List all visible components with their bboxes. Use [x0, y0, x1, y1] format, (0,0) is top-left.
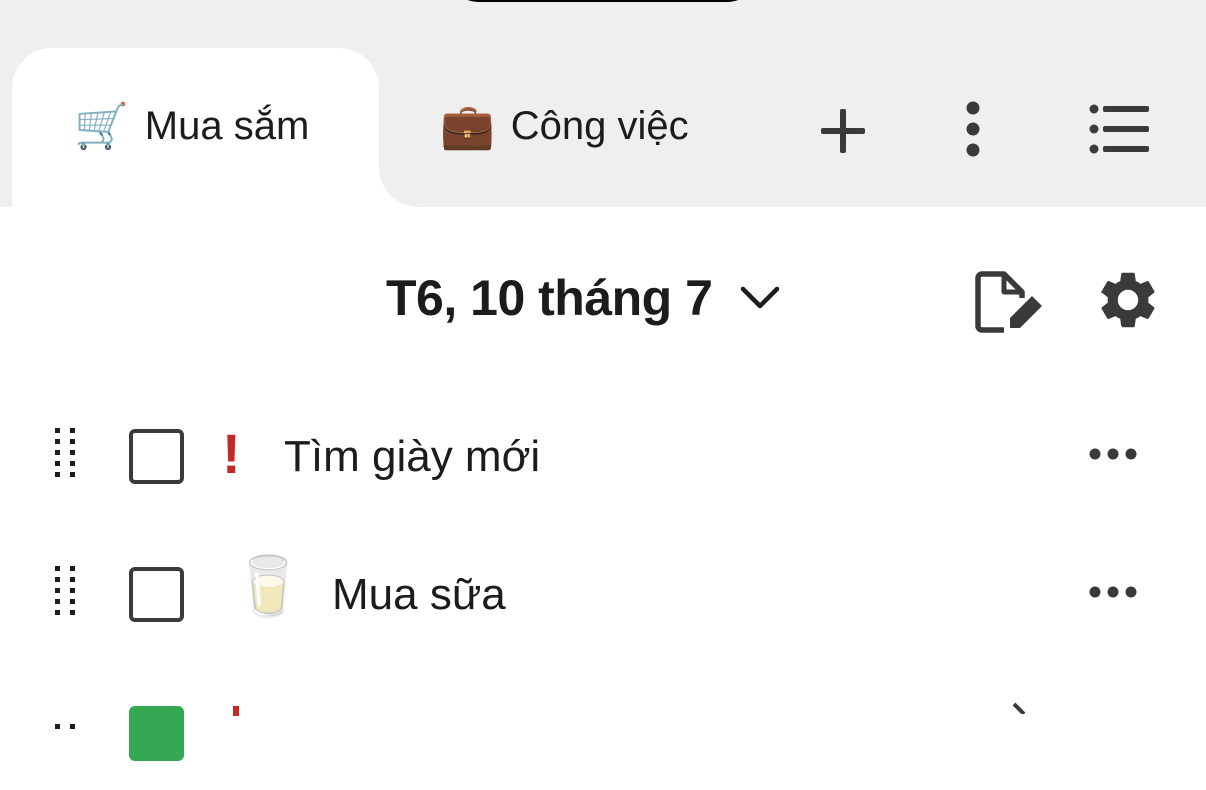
task-row[interactable]: ! Tìm giày mới [0, 406, 1206, 506]
add-list-button[interactable] [812, 100, 874, 162]
lists-menu-button[interactable] [1084, 98, 1156, 160]
task-title: Mua sữa [332, 570, 506, 619]
task-title: Tìm giày mới [284, 432, 541, 481]
tab-shopping[interactable]: 🛒 Mua sắm [74, 104, 309, 149]
priority-icon [233, 706, 239, 716]
more-options-button[interactable] [944, 98, 1002, 160]
drag-handle-icon[interactable] [52, 710, 80, 770]
settings-button[interactable] [1094, 266, 1162, 334]
list-icon [1089, 104, 1149, 154]
edit-note-icon [975, 271, 1042, 333]
milk-glass-icon: 🥛 [232, 554, 305, 619]
edit-note-button[interactable] [970, 268, 1046, 336]
horizontal-dots-icon[interactable] [1086, 580, 1140, 604]
tab-bar: 🛒 Mua sắm 💼 Công việc [0, 0, 1206, 218]
tab-label: Công việc [510, 104, 689, 148]
horizontal-dots-icon[interactable] [1086, 442, 1140, 466]
date-selector[interactable]: T6, 10 tháng 7 [386, 266, 780, 330]
drag-handle-icon[interactable] [52, 426, 80, 486]
task-row[interactable]: 🥛 Mua sữa [0, 544, 1206, 644]
task-checkbox[interactable] [129, 706, 184, 761]
vertical-dots-icon [966, 101, 980, 157]
drag-handle-icon[interactable] [52, 564, 80, 624]
task-checkbox[interactable] [129, 567, 184, 622]
date-title: T6, 10 tháng 7 [386, 270, 713, 326]
chevron-right-icon[interactable] [1010, 702, 1030, 714]
gear-icon [1100, 272, 1155, 328]
tab-label: Mua sắm [144, 104, 310, 148]
task-checkbox[interactable] [129, 429, 184, 484]
task-row[interactable] [0, 690, 1206, 790]
shopping-cart-icon: 🛒 [74, 101, 129, 151]
priority-icon: ! [222, 422, 241, 485]
tab-work[interactable]: 💼 Công việc [440, 104, 689, 149]
device-notch [440, 0, 766, 2]
tab-corner [379, 167, 419, 207]
chevron-down-icon [740, 278, 780, 318]
plus-icon [821, 109, 865, 153]
briefcase-icon: 💼 [440, 101, 495, 151]
